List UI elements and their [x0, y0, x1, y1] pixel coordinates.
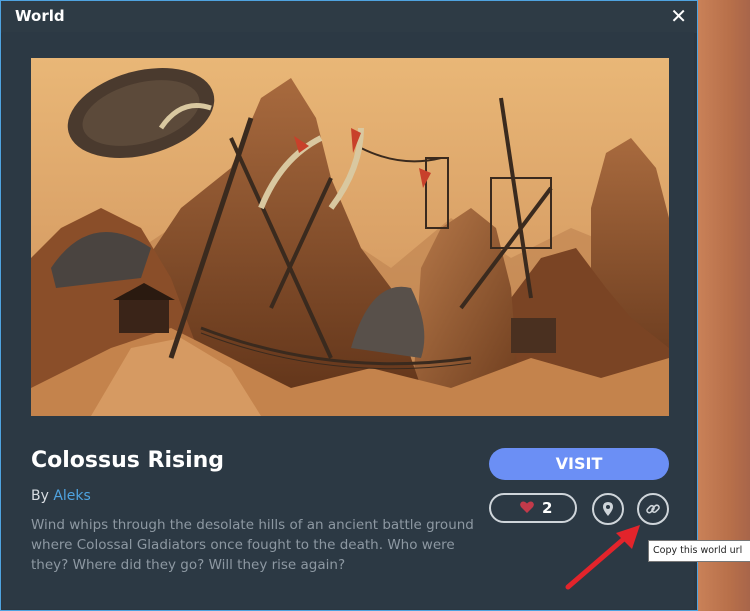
author-link[interactable]: Aleks	[53, 488, 90, 504]
world-preview-image	[31, 58, 669, 416]
world-description: Wind whips through the desolate hills of…	[31, 517, 474, 573]
tooltip: Copy this world url	[648, 540, 750, 562]
world-title: Colossus Rising	[31, 448, 225, 473]
window-title: World	[15, 7, 65, 25]
desktop-background	[698, 0, 750, 611]
author-byline: By Aleks	[31, 488, 91, 504]
heart-icon	[519, 499, 535, 519]
by-prefix: By	[31, 488, 54, 504]
close-icon[interactable]: ✕	[670, 4, 687, 28]
visit-button[interactable]: VISIT	[489, 448, 669, 480]
annotation-arrow	[560, 515, 650, 599]
like-count: 2	[542, 499, 553, 517]
titlebar: World ✕	[1, 1, 697, 33]
